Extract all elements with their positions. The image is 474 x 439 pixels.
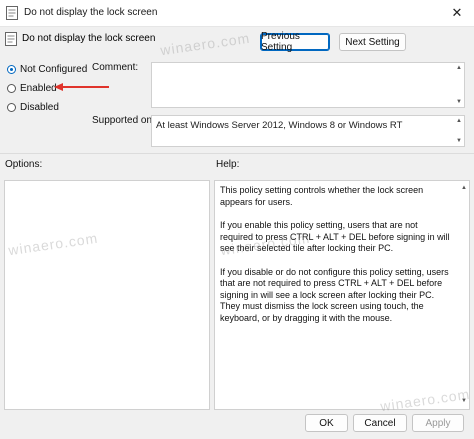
help-pane: This policy setting controls whether the… <box>214 180 470 410</box>
section-divider <box>0 153 474 154</box>
supported-on-field: At least Windows Server 2012, Windows 8 … <box>151 115 465 147</box>
close-icon: ✕ <box>451 5 463 20</box>
radio-enabled[interactable]: Enabled <box>7 83 57 94</box>
help-scrollbar[interactable]: ▲ ▼ <box>459 181 469 409</box>
scroll-down-icon[interactable]: ▼ <box>456 138 462 144</box>
scroll-up-icon[interactable]: ▲ <box>456 118 462 124</box>
options-pane <box>4 180 210 410</box>
cancel-button[interactable]: Cancel <box>353 414 407 432</box>
radio-not-configured[interactable]: Not Configured <box>7 64 87 75</box>
close-button[interactable]: ✕ <box>446 3 468 23</box>
radio-label: Enabled <box>20 83 57 94</box>
comment-label: Comment: <box>92 62 139 73</box>
help-paragraph: If you disable or do not configure this … <box>220 266 449 323</box>
ok-button[interactable]: OK <box>305 414 348 432</box>
watermark: winaero.com <box>159 29 252 59</box>
annotation-arrow-icon <box>54 83 109 91</box>
options-label: Options: <box>5 159 43 170</box>
radio-label: Not Configured <box>20 64 88 75</box>
help-label: Help: <box>216 159 240 170</box>
policy-name: Do not display the lock screen <box>22 33 156 44</box>
window-title: Do not display the lock screen <box>24 7 158 18</box>
comment-scrollbar[interactable]: ▲ ▼ <box>454 63 464 107</box>
radio-button[interactable] <box>7 65 16 74</box>
previous-setting-button[interactable]: Previous Setting <box>260 31 330 53</box>
radio-disabled[interactable]: Disabled <box>7 102 59 113</box>
scroll-down-icon[interactable]: ▼ <box>456 99 462 105</box>
supported-on-label: Supported on: <box>92 115 155 126</box>
radio-label: Disabled <box>20 102 59 113</box>
next-setting-button[interactable]: Next Setting <box>339 33 406 51</box>
apply-button[interactable]: Apply <box>412 414 464 432</box>
supported-scrollbar[interactable]: ▲ ▼ <box>454 116 464 146</box>
scroll-up-icon[interactable]: ▲ <box>461 183 467 195</box>
radio-button[interactable] <box>7 103 16 112</box>
help-paragraph: This policy setting controls whether the… <box>220 185 424 207</box>
comment-input[interactable]: ▲ ▼ <box>151 62 465 108</box>
scroll-down-icon[interactable]: ▼ <box>461 396 467 408</box>
radio-button[interactable] <box>7 84 16 93</box>
supported-on-value: At least Windows Server 2012, Windows 8 … <box>156 120 403 131</box>
help-paragraph: If you enable this policy setting, users… <box>220 220 450 253</box>
policy-document-icon <box>5 32 17 46</box>
policy-document-icon <box>6 6 18 20</box>
scroll-up-icon[interactable]: ▲ <box>456 65 462 71</box>
